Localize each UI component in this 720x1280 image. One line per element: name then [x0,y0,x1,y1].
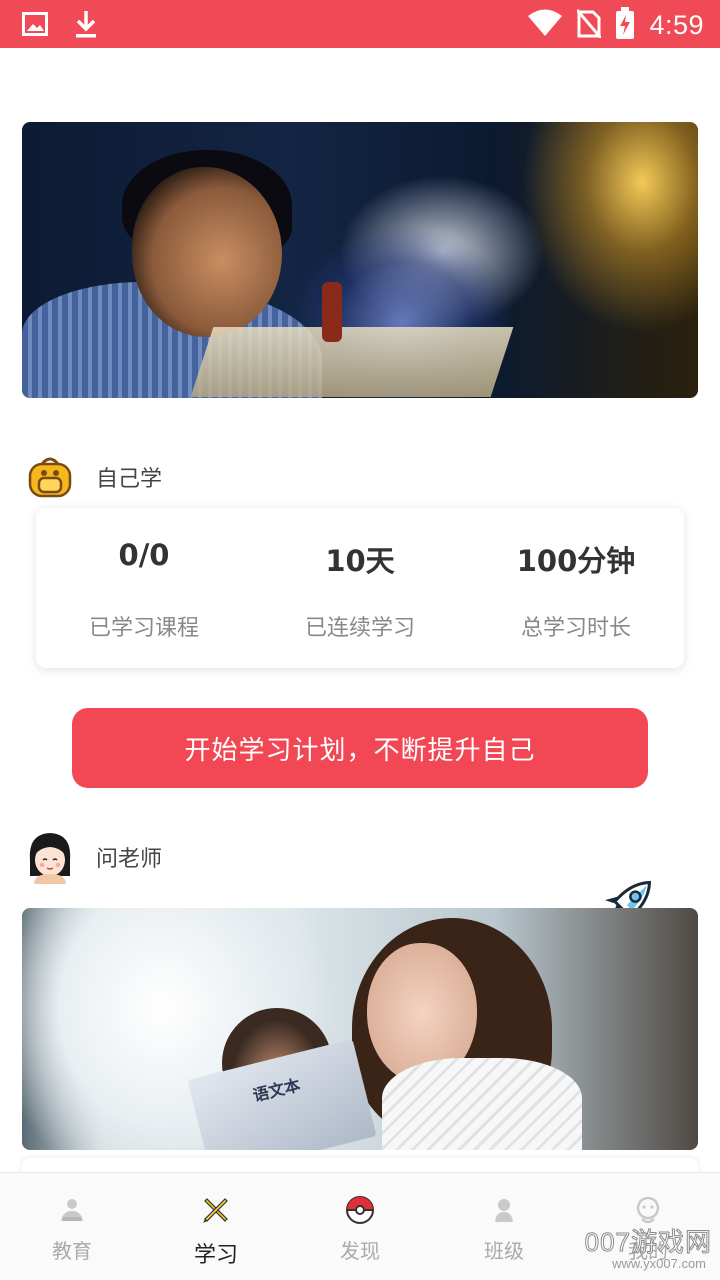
self-study-title: 自己学 [96,467,163,492]
banner-shape [382,1058,582,1150]
stat-total-time: 100分钟 总学习时长 [468,508,684,668]
teacher-banner-image[interactable]: 语文本 [22,908,698,1150]
nav-label: 班级 [484,1239,524,1263]
stat-caption: 已学习课程 [88,616,199,641]
top-banner-image[interactable] [22,122,698,398]
nav-label: 教育 [52,1239,92,1263]
self-study-header: 自己学 [26,456,162,498]
pencil-ruler-icon [201,1195,231,1225]
download-icon [74,9,98,43]
image-icon [22,12,48,40]
nav-item-study[interactable]: 学习 [144,1173,288,1280]
stat-courses: 0/0 已学习课程 [36,508,252,668]
stat-streak: 10天 已连续学习 [252,508,468,668]
stat-value: 100分钟 [516,544,636,578]
clock: 4:59 [649,9,704,40]
textbook-title: 语文本 [250,1075,303,1106]
ask-teacher-title: 问老师 [96,847,163,872]
battery-charging-icon [615,7,635,43]
start-study-plan-button[interactable]: 开始学习计划，不断提升自己 [72,708,648,788]
profile-icon [633,1195,663,1225]
ask-teacher-header: 问老师 [26,830,162,884]
watermark-url: www.yx007.com [612,1256,706,1271]
watermark-text: 007游戏网 [584,1227,712,1258]
stat-value: 10天 [325,544,395,578]
nav-item-discover[interactable]: 发现 [288,1173,432,1280]
banner-shape [190,327,514,397]
education-icon [57,1195,87,1225]
schoolbag-icon [26,456,74,498]
status-bar: 4:59 [0,0,720,48]
study-stats-card: 0/0 已学习课程 10天 已连续学习 100分钟 总学习时长 [36,508,684,668]
stat-value: 0/0 [118,538,170,572]
nav-item-education[interactable]: 教育 [0,1173,144,1280]
nav-label: 学习 [193,1243,238,1268]
no-sim-icon [576,8,603,42]
nav-label: 发现 [340,1239,380,1263]
stat-caption: 总学习时长 [520,616,631,641]
nav-item-class[interactable]: 班级 [432,1173,576,1280]
stat-caption: 已连续学习 [304,616,415,641]
wifi-icon [527,9,563,41]
pokeball-icon [345,1195,375,1225]
teacher-avatar-icon [26,830,74,884]
banner-shape [322,282,342,342]
banner-shape [132,167,282,337]
class-icon [489,1195,519,1225]
banner-textbook: 语文本 [187,1038,377,1150]
